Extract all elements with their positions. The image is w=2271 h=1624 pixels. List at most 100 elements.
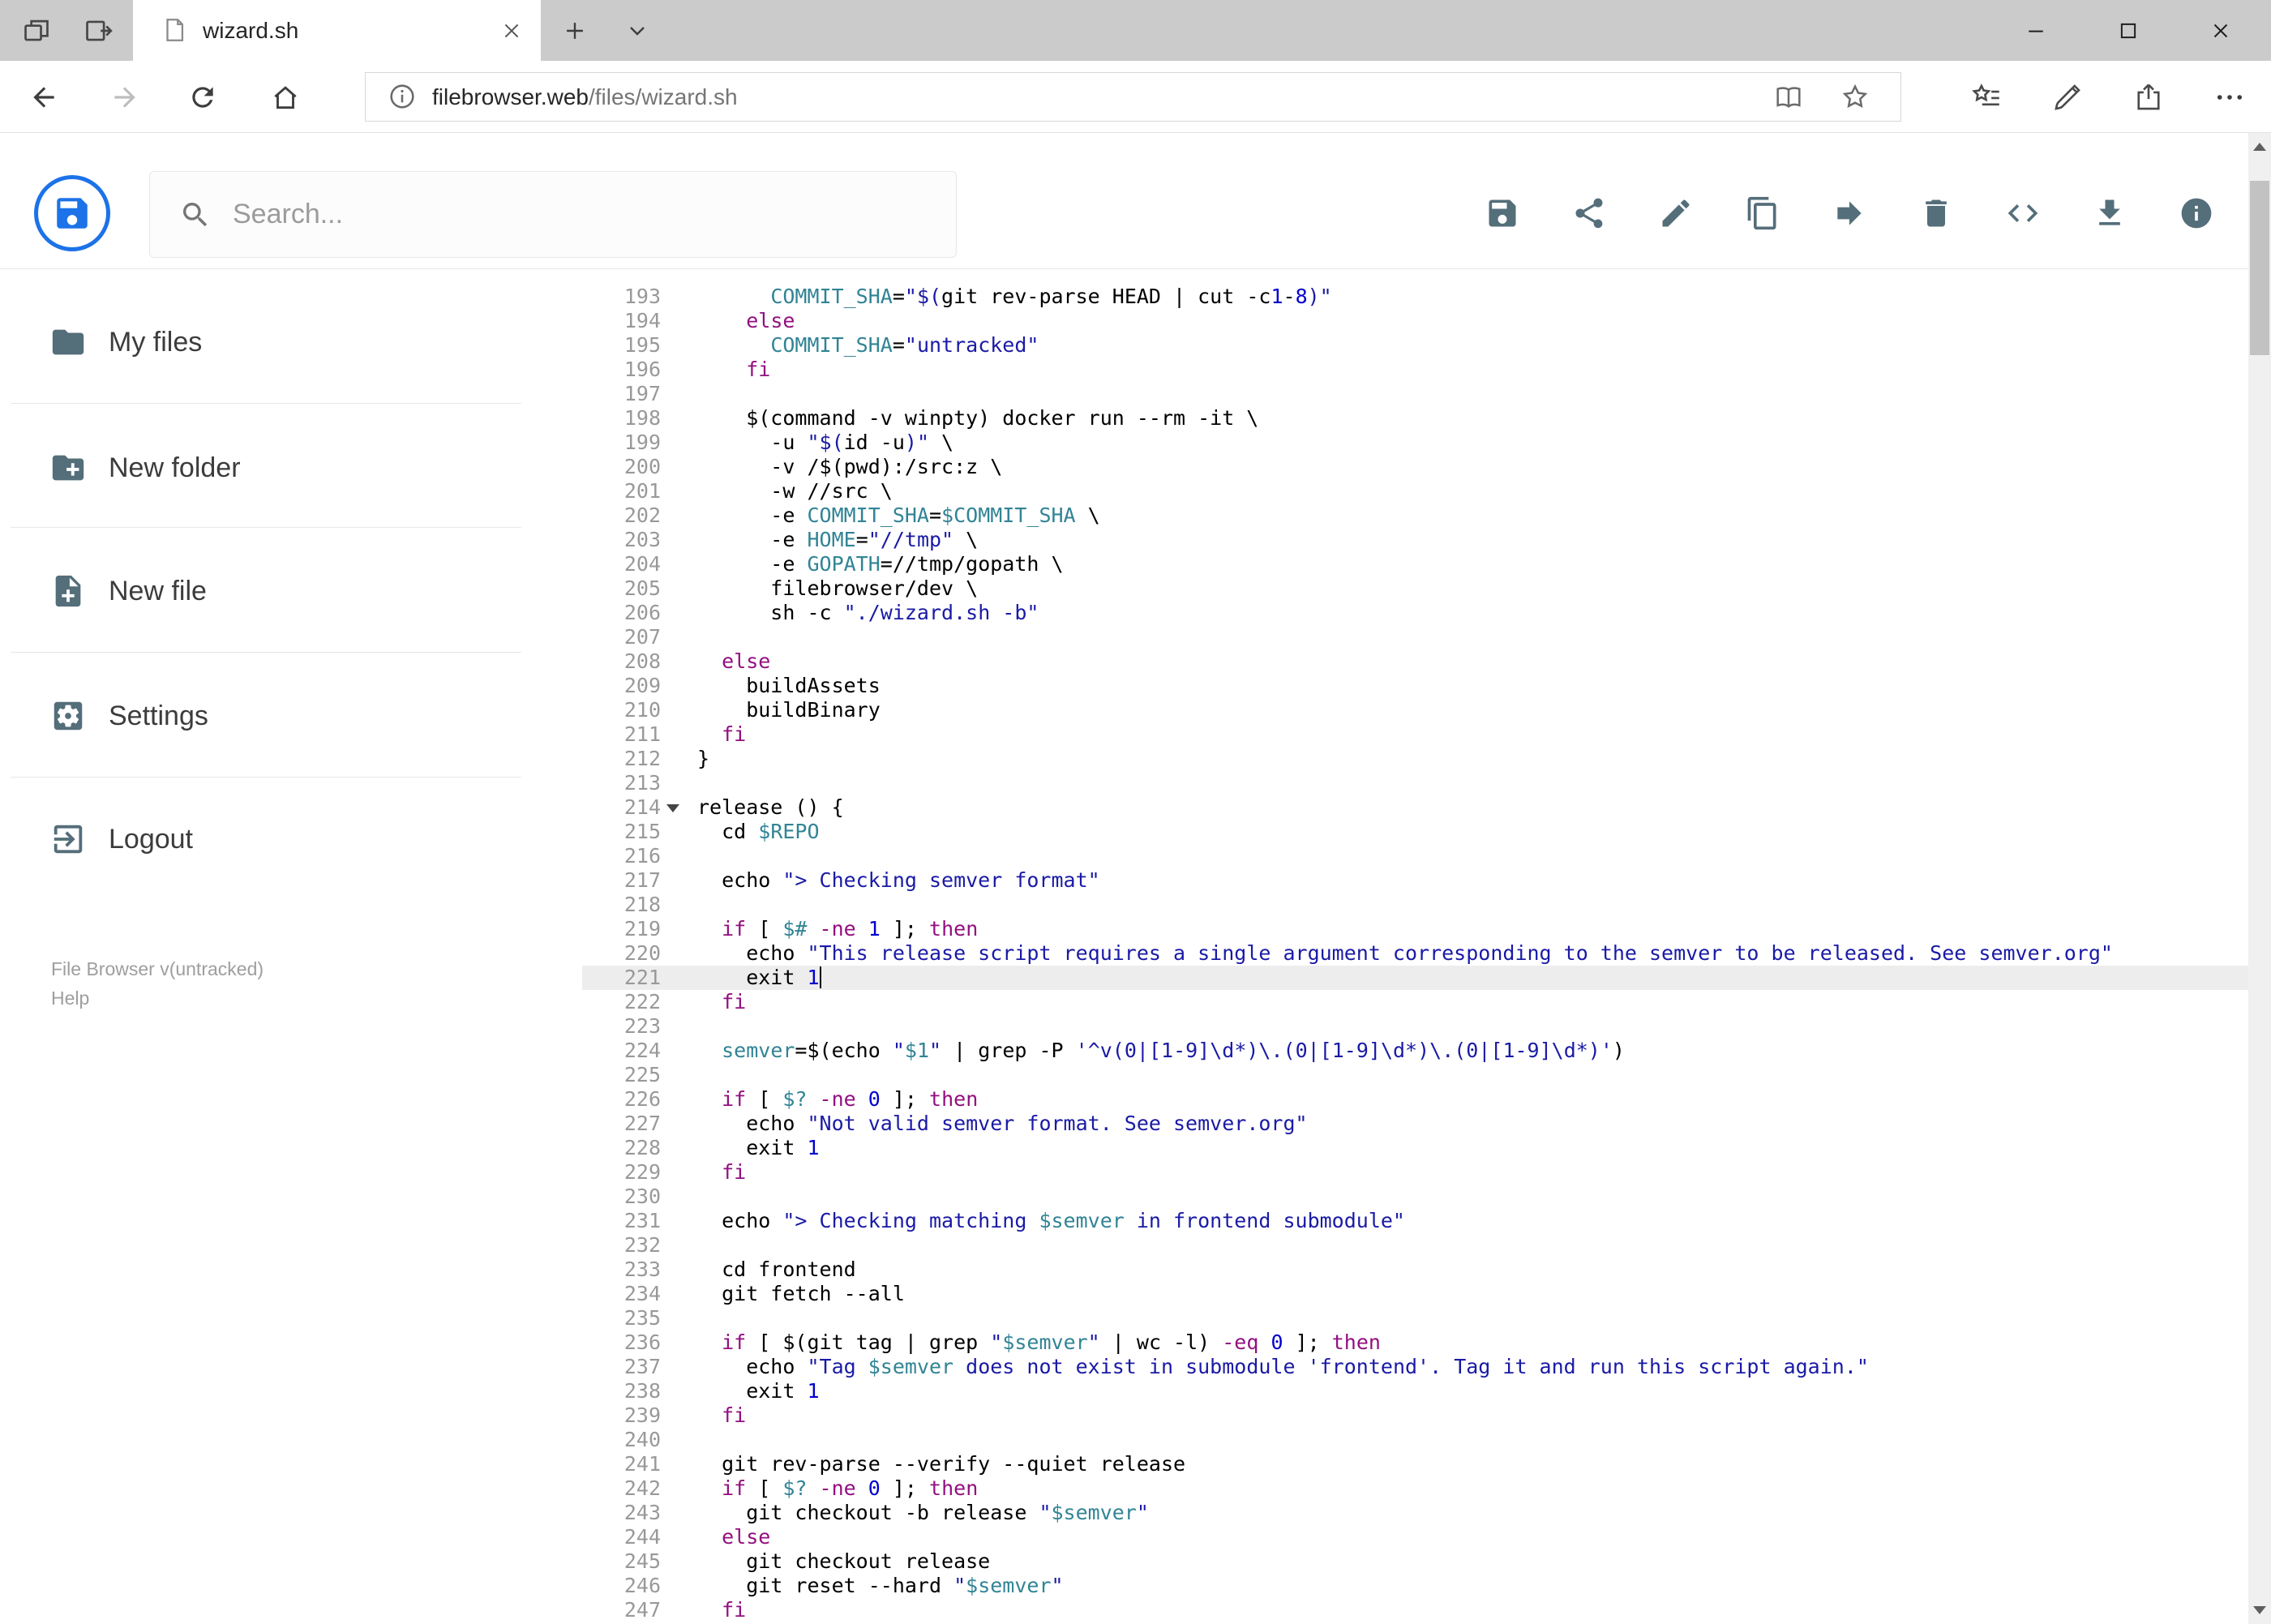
code-line-238[interactable]: 238 exit 1: [582, 1379, 2248, 1403]
code-line-209[interactable]: 209 buildAssets: [582, 674, 2248, 698]
sidebar-item-new-file[interactable]: New file: [0, 565, 582, 617]
code-line-200[interactable]: 200 -v /$(pwd):/src:z \: [582, 455, 2248, 479]
download-button[interactable]: [2091, 195, 2128, 232]
code-line-240[interactable]: 240: [582, 1428, 2248, 1452]
code-line-237[interactable]: 237 echo "Tag $semver does not exist in …: [582, 1355, 2248, 1379]
code-line-232[interactable]: 232: [582, 1233, 2248, 1258]
code-line-243[interactable]: 243 git checkout -b release "$semver": [582, 1501, 2248, 1525]
maximize-button[interactable]: [2097, 0, 2159, 61]
code-line-222[interactable]: 222 fi: [582, 990, 2248, 1014]
code-line-227[interactable]: 227 echo "Not valid semver format. See s…: [582, 1112, 2248, 1136]
code-button[interactable]: [2004, 195, 2042, 232]
info-button[interactable]: [2178, 195, 2215, 232]
help-link[interactable]: Help: [51, 983, 89, 1013]
code-line-212[interactable]: 212}: [582, 747, 2248, 771]
edit-button[interactable]: [1657, 195, 1695, 232]
share-page-icon[interactable]: [2128, 77, 2169, 118]
code-line-236[interactable]: 236 if [ $(git tag | grep "$semver" | wc…: [582, 1330, 2248, 1355]
web-notes-pen-icon[interactable]: [2047, 77, 2088, 118]
scrollbar-thumb[interactable]: [2250, 181, 2269, 355]
code-line-246[interactable]: 246 git reset --hard "$semver": [582, 1574, 2248, 1598]
code-line-195[interactable]: 195 COMMIT_SHA="untracked": [582, 333, 2248, 358]
copy-button[interactable]: [1744, 195, 1781, 232]
search-box[interactable]: [149, 171, 957, 258]
code-line-219[interactable]: 219 if [ $# -ne 1 ]; then: [582, 917, 2248, 941]
back-button[interactable]: [25, 79, 62, 116]
code-line-221[interactable]: 221 exit 1: [582, 966, 2248, 990]
code-line-217[interactable]: 217 echo "> Checking semver format": [582, 868, 2248, 893]
scroll-up-arrow-icon[interactable]: [2248, 133, 2271, 161]
code-line-229[interactable]: 229 fi: [582, 1160, 2248, 1185]
code-line-247[interactable]: 247 fi: [582, 1598, 2248, 1622]
code-line-199[interactable]: 199 -u "$(id -u)" \: [582, 431, 2248, 455]
sidebar-item-my-files[interactable]: My files: [0, 316, 582, 368]
url-text[interactable]: filebrowser.web/files/wizard.sh: [432, 73, 738, 121]
sidebar-item-new-folder[interactable]: New folder: [0, 442, 582, 494]
code-line-210[interactable]: 210 buildBinary: [582, 698, 2248, 722]
code-line-205[interactable]: 205 filebrowser/dev \: [582, 576, 2248, 601]
code-line-233[interactable]: 233 cd frontend: [582, 1258, 2248, 1282]
code-line-201[interactable]: 201 -w //src \: [582, 479, 2248, 503]
hub-favorites-icon[interactable]: [1966, 77, 2007, 118]
more-menu-icon[interactable]: [2209, 77, 2250, 118]
code-line-241[interactable]: 241 git rev-parse --verify --quiet relea…: [582, 1452, 2248, 1476]
code-line-220[interactable]: 220 echo "This release script requires a…: [582, 941, 2248, 966]
code-line-218[interactable]: 218: [582, 893, 2248, 917]
home-button[interactable]: [267, 79, 304, 116]
code-line-245[interactable]: 245 git checkout release: [582, 1549, 2248, 1574]
code-line-204[interactable]: 204 -e GOPATH=//tmp/gopath \: [582, 552, 2248, 576]
code-line-211[interactable]: 211 fi: [582, 722, 2248, 747]
code-line-193[interactable]: 193 COMMIT_SHA="$(git rev-parse HEAD | c…: [582, 285, 2248, 309]
code-line-208[interactable]: 208 else: [582, 649, 2248, 674]
url-box[interactable]: filebrowser.web/files/wizard.sh: [365, 72, 1901, 122]
code-line-207[interactable]: 207: [582, 625, 2248, 649]
site-info-icon[interactable]: [387, 81, 418, 112]
code-line-234[interactable]: 234 git fetch --all: [582, 1282, 2248, 1306]
code-line-198[interactable]: 198 $(command -v winpty) docker run --rm…: [582, 406, 2248, 431]
code-line-235[interactable]: 235: [582, 1306, 2248, 1330]
code-line-231[interactable]: 231 echo "> Checking matching $semver in…: [582, 1209, 2248, 1233]
sidebar-item-logout[interactable]: Logout: [0, 813, 582, 865]
tab-close-icon[interactable]: [496, 15, 527, 46]
tab-list-dropdown-icon[interactable]: [621, 15, 653, 47]
editor[interactable]: 193 COMMIT_SHA="$(git rev-parse HEAD | c…: [582, 269, 2248, 1624]
code-line-230[interactable]: 230: [582, 1185, 2248, 1209]
favorite-star-icon[interactable]: [1839, 81, 1871, 114]
code-line-239[interactable]: 239 fi: [582, 1403, 2248, 1428]
reading-view-icon[interactable]: [1772, 81, 1805, 114]
sidebar-item-settings[interactable]: Settings: [0, 690, 582, 742]
code-line-242[interactable]: 242 if [ $? -ne 0 ]; then: [582, 1476, 2248, 1501]
scroll-down-arrow-icon[interactable]: [2248, 1596, 2271, 1624]
minimize-button[interactable]: [2005, 0, 2067, 61]
code-line-225[interactable]: 225: [582, 1063, 2248, 1087]
code-line-196[interactable]: 196 fi: [582, 358, 2248, 382]
code-line-215[interactable]: 215 cd $REPO: [582, 820, 2248, 844]
move-button[interactable]: [1831, 195, 1868, 232]
code-line-223[interactable]: 223: [582, 1014, 2248, 1039]
tab-preview-icon[interactable]: [19, 14, 54, 48]
fold-marker-icon[interactable]: [666, 804, 679, 812]
new-tab-button[interactable]: [559, 15, 591, 47]
code-line-203[interactable]: 203 -e HOME="//tmp" \: [582, 528, 2248, 552]
code-line-206[interactable]: 206 sh -c "./wizard.sh -b": [582, 601, 2248, 625]
tab-wizard-sh[interactable]: wizard.sh: [133, 0, 541, 61]
code-line-226[interactable]: 226 if [ $? -ne 0 ]; then: [582, 1087, 2248, 1112]
code-line-213[interactable]: 213: [582, 771, 2248, 795]
code-line-214[interactable]: 214 release () {: [582, 795, 2248, 820]
refresh-button[interactable]: [184, 79, 221, 116]
code-line-197[interactable]: 197: [582, 382, 2248, 406]
code-line-244[interactable]: 244 else: [582, 1525, 2248, 1549]
set-tabs-aside-icon[interactable]: [81, 14, 115, 48]
share-button[interactable]: [1570, 195, 1608, 232]
code-line-202[interactable]: 202 -e COMMIT_SHA=$COMMIT_SHA \: [582, 503, 2248, 528]
search-input[interactable]: [233, 199, 956, 230]
delete-button[interactable]: [1917, 195, 1955, 232]
code-line-194[interactable]: 194 else: [582, 309, 2248, 333]
code-line-228[interactable]: 228 exit 1: [582, 1136, 2248, 1160]
close-window-button[interactable]: [2190, 0, 2252, 61]
page-scrollbar[interactable]: [2248, 133, 2271, 1624]
save-button[interactable]: [1484, 195, 1521, 232]
code-line-224[interactable]: 224 semver=$(echo "$1" | grep -P '^v(0|[…: [582, 1039, 2248, 1063]
code-line-216[interactable]: 216: [582, 844, 2248, 868]
forward-button[interactable]: [106, 79, 144, 116]
